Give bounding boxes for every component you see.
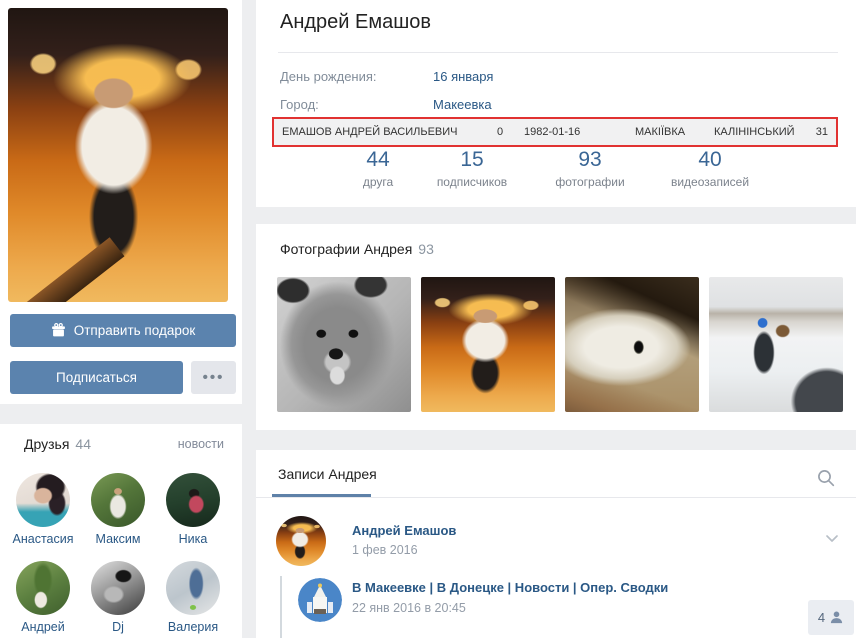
friend-name[interactable]: Ника bbox=[156, 532, 230, 546]
counter-photos-value: 93 bbox=[555, 148, 624, 172]
photo-thumbnail-winter[interactable] bbox=[709, 277, 843, 412]
post-author-name[interactable]: Андрей Емашов bbox=[352, 523, 456, 538]
gift-icon bbox=[51, 323, 66, 338]
leak-city: МАКІЇВКА bbox=[635, 126, 685, 138]
counter-followers-label: подписчиков bbox=[437, 175, 507, 189]
counter-followers[interactable]: 15 подписчиков bbox=[437, 148, 507, 189]
photo-thumbnail-skating[interactable] bbox=[421, 277, 555, 412]
ellipsis-icon: ••• bbox=[203, 369, 225, 386]
friend-name[interactable]: Максим bbox=[81, 532, 155, 546]
friends-count: 44 bbox=[75, 436, 91, 452]
friends-header[interactable]: Друзья 44 bbox=[24, 436, 91, 452]
vk-profile-page: Отправить подарок Подписаться ••• Друзья… bbox=[0, 0, 856, 638]
subscribe-button[interactable]: Подписаться bbox=[10, 361, 183, 394]
repost-indicator-line bbox=[280, 576, 282, 638]
friend-name[interactable]: Анастасия bbox=[6, 532, 80, 546]
leak-birth-date: 1982-01-16 bbox=[524, 126, 580, 138]
friends-card: Друзья 44 новости Анастасия Максим Ника А… bbox=[0, 424, 242, 638]
share-count-value: 4 bbox=[818, 610, 825, 625]
photos-section-count: 93 bbox=[418, 241, 434, 257]
friend-avatar-maksim[interactable] bbox=[91, 473, 145, 527]
post-author-avatar[interactable] bbox=[276, 516, 326, 566]
counter-friends[interactable]: 44 друга bbox=[363, 148, 393, 189]
counter-videos-label: видеозаписей bbox=[671, 175, 749, 189]
photos-card: Фотографии Андрея 93 bbox=[256, 224, 856, 430]
counter-friends-label: друга bbox=[363, 175, 393, 189]
divider bbox=[256, 497, 856, 498]
leak-full-name: ЕМАШОВ АНДРЕЙ ВАСИЛЬЕВИЧ bbox=[282, 126, 458, 138]
friends-title: Друзья bbox=[24, 436, 69, 452]
photo-thumbnail-bear[interactable] bbox=[277, 277, 411, 412]
friend-name[interactable]: Валерия bbox=[156, 620, 230, 634]
friend-name[interactable]: Андрей bbox=[6, 620, 80, 634]
counter-videos-value: 40 bbox=[671, 148, 749, 172]
leak-code: 0 bbox=[497, 126, 503, 138]
subscribe-label: Подписаться bbox=[56, 370, 137, 385]
photo-thumbnail-fish[interactable] bbox=[565, 277, 699, 412]
leak-district: КАЛІНІНСЬКИЙ bbox=[714, 126, 795, 138]
birthday-value[interactable]: 16 января bbox=[433, 69, 493, 84]
friends-news-link[interactable]: новости bbox=[178, 437, 224, 451]
friend-name[interactable]: Dj bbox=[81, 620, 155, 634]
city-value[interactable]: Макеевка bbox=[433, 97, 492, 112]
tab-wall-posts[interactable]: Записи Андрея bbox=[278, 466, 377, 482]
counter-friends-value: 44 bbox=[363, 148, 393, 172]
post-date[interactable]: 1 фев 2016 bbox=[352, 543, 418, 557]
counter-videos[interactable]: 40 видеозаписей bbox=[671, 148, 749, 189]
repost-community-avatar[interactable] bbox=[298, 578, 342, 622]
leak-number: 31 bbox=[816, 126, 828, 138]
friend-avatar-anastasia[interactable] bbox=[16, 473, 70, 527]
chevron-down-icon[interactable] bbox=[824, 530, 840, 546]
photos-section-title: Фотографии Андрея bbox=[280, 241, 412, 257]
repost-date[interactable]: 22 янв 2016 в 20:45 bbox=[352, 601, 466, 615]
search-icon[interactable] bbox=[816, 468, 836, 488]
repost-source-name[interactable]: В Макеевке | В Донецке | Новости | Опер.… bbox=[352, 580, 792, 595]
send-gift-label: Отправить подарок bbox=[74, 323, 196, 338]
divider bbox=[278, 52, 838, 53]
city-label: Город: bbox=[280, 97, 319, 112]
share-count-badge[interactable]: 4 bbox=[808, 600, 854, 635]
friend-avatar-andrey[interactable] bbox=[16, 561, 70, 615]
counter-photos-label: фотографии bbox=[555, 175, 624, 189]
profile-info-card: Андрей Емашов День рождения: 16 января Г… bbox=[256, 0, 856, 207]
profile-photo[interactable] bbox=[8, 8, 228, 302]
wall-card: Записи Андрея Андрей Емашов 1 фев 2016 bbox=[256, 450, 856, 638]
friend-avatar-valeria[interactable] bbox=[166, 561, 220, 615]
leaked-record-highlight: ЕМАШОВ АНДРЕЙ ВАСИЛЬЕВИЧ 0 1982-01-16 МА… bbox=[272, 117, 838, 147]
profile-photo-card: Отправить подарок Подписаться ••• bbox=[0, 0, 242, 404]
person-icon bbox=[829, 610, 844, 625]
page-title: Андрей Емашов bbox=[280, 11, 431, 34]
photos-section-header[interactable]: Фотографии Андрея 93 bbox=[280, 241, 434, 257]
send-gift-button[interactable]: Отправить подарок bbox=[10, 314, 236, 347]
counter-photos[interactable]: 93 фотографии bbox=[555, 148, 624, 189]
birthday-label: День рождения: bbox=[280, 69, 377, 84]
more-options-button[interactable]: ••• bbox=[191, 361, 236, 394]
counter-followers-value: 15 bbox=[437, 148, 507, 172]
active-tab-underline bbox=[272, 494, 371, 497]
friend-avatar-nika[interactable] bbox=[166, 473, 220, 527]
friend-avatar-dj[interactable] bbox=[91, 561, 145, 615]
